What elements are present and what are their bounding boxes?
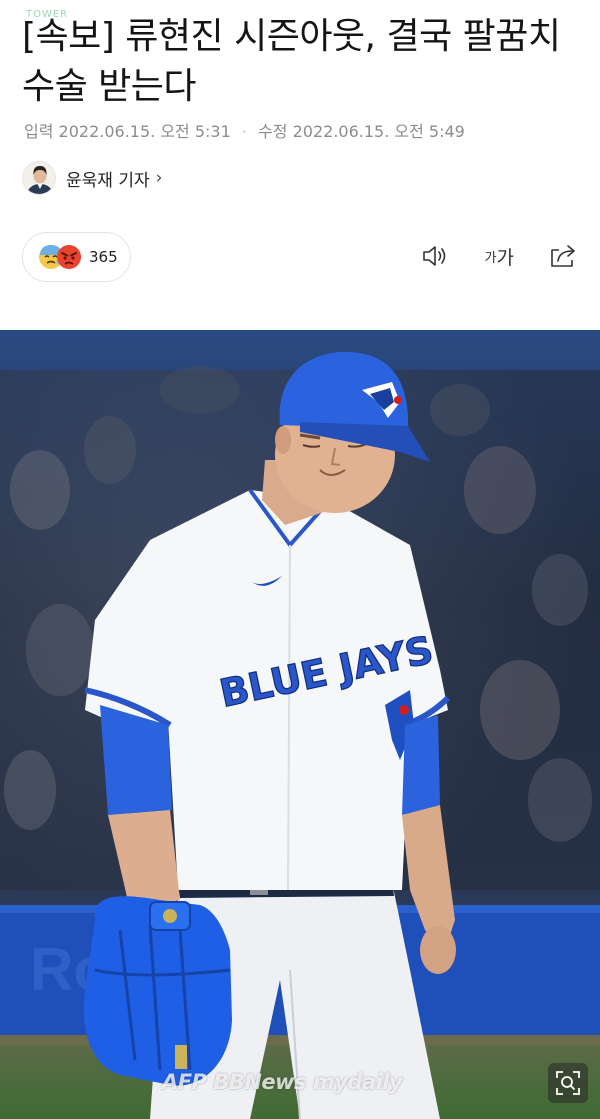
reaction-count: 365 [89,248,118,266]
font-size-large-label: 가 [496,246,514,269]
font-size-small-label: 가 [484,250,497,266]
date-edit-label: 수정 [258,122,288,141]
font-size-button[interactable]: 가가 [485,240,514,272]
author-name: 윤욱재 기자 [66,170,150,191]
date-edit-value: 2022.06.15. 오전 5:49 [292,122,465,141]
reaction-emojis [37,243,83,271]
audio-button[interactable] [421,240,451,272]
article-headline: [속보] 류현진 시즌아웃, 결국 팔꿈치 수술 받는다 [22,16,561,107]
article-page: TOWER [속보] 류현진 시즌아웃, 결국 팔꿈치 수술 받는다 입력 20… [0,0,600,1119]
chevron-right-icon: › [155,168,163,188]
share-button[interactable] [548,240,578,272]
date-separator: · [241,122,247,141]
angry-face-icon [57,245,81,269]
date-input-label: 입력 [24,122,54,141]
zoom-button[interactable] [548,1063,588,1103]
speaker-icon [422,246,445,266]
zoom-icon [556,1071,580,1095]
author-link[interactable]: 윤욱재 기자 › [22,160,162,196]
pitcher-illustration: Roger BLUE JAYS [0,330,600,1119]
article-dates: 입력 2022.06.15. 오전 5:31 · 수정 2022.06.15. … [24,118,465,142]
date-input-value: 2022.06.15. 오전 5:31 [58,122,231,141]
reaction-button[interactable]: 365 [22,232,131,282]
photo-credit: AFP BBNews mydaily [162,1070,403,1094]
article-toolbar: 가가 [421,240,578,272]
author-avatar [22,161,56,195]
article-photo[interactable]: Roger BLUE JAYS [0,330,600,1119]
share-icon [551,245,575,267]
